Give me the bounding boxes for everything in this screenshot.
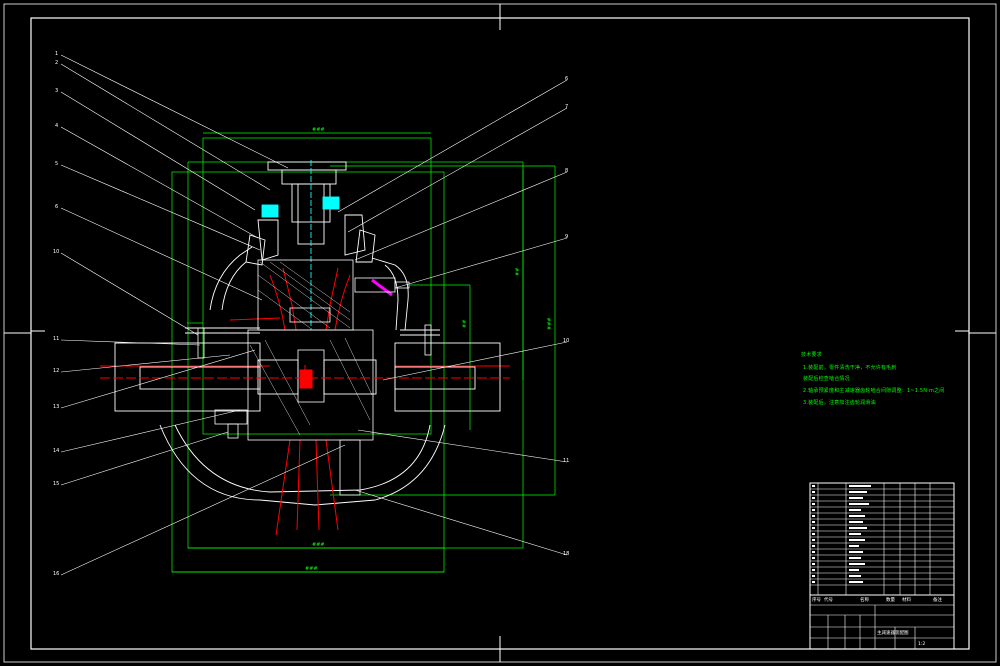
balloon-left-5: 5 bbox=[55, 161, 58, 167]
balloon-left-15: 15 bbox=[53, 481, 59, 487]
sheet-frame bbox=[3, 3, 997, 663]
balloon-left-14: 14 bbox=[53, 448, 59, 454]
balloon-left-6: 6 bbox=[55, 204, 58, 210]
dim-right-3: ## bbox=[462, 320, 468, 328]
differential-body bbox=[247, 259, 374, 441]
title-block bbox=[809, 482, 955, 650]
balloon-numbers-right: 6 7 8 9 10 11 18 bbox=[563, 76, 569, 557]
balloon-right-8: 8 bbox=[565, 168, 568, 174]
title-block-headers: 序号 代号 名称 数量 材料 备注 主减速器装配图 1:2 bbox=[812, 596, 942, 647]
header-no: 序号 bbox=[812, 596, 821, 603]
balloon-numbers-left: 1 2 3 4 5 6 10 11 12 13 14 15 16 bbox=[53, 51, 59, 577]
balloon-left-16: 16 bbox=[53, 571, 59, 577]
dimension-lines bbox=[171, 132, 556, 573]
header-name: 名称 bbox=[860, 596, 869, 603]
balloon-right-6: 6 bbox=[565, 76, 568, 82]
balloon-right-11: 11 bbox=[563, 458, 569, 464]
bolts bbox=[197, 277, 432, 496]
balloon-left-11: 11 bbox=[53, 336, 59, 342]
header-code: 代号 bbox=[824, 596, 833, 603]
dim-right-2: ### bbox=[547, 317, 553, 330]
balloon-left-1: 1 bbox=[55, 51, 58, 57]
balloon-left-12: 12 bbox=[53, 368, 59, 374]
technical-requirement-1: 1.装配前，零件清洗干净，不允许有毛刺 bbox=[803, 365, 897, 371]
dim-top: ### bbox=[312, 127, 325, 133]
balloon-right-18: 18 bbox=[563, 551, 569, 557]
dim-right-1: ## bbox=[515, 268, 521, 276]
header-material: 材料 bbox=[902, 596, 911, 603]
dim-bottom-1: ### bbox=[312, 542, 325, 548]
technical-requirement-4: 3.装配后，注意加注齿轮润滑油 bbox=[803, 400, 876, 406]
balloon-right-7: 7 bbox=[565, 104, 568, 110]
header-remark: 备注 bbox=[933, 596, 942, 603]
drawing-title: 主减速器装配图 bbox=[877, 629, 909, 636]
dimension-values: ### ### ### ## ### ## bbox=[305, 127, 553, 572]
technical-requirement-3: 2.轴承预紧度和主减速器齿轮啮合间隙调整：1~1.5N·m之间 bbox=[803, 388, 945, 394]
balloon-left-10: 10 bbox=[53, 249, 59, 255]
technical-requirement-2: 装配后检查啮合情况 bbox=[803, 376, 850, 382]
balloon-left-4: 4 bbox=[55, 123, 58, 129]
technical-requirements-heading: 技术要求 bbox=[801, 352, 822, 358]
dim-bottom-2: ### bbox=[305, 566, 318, 572]
balloon-left-13: 13 bbox=[53, 404, 59, 410]
parts-list-marks bbox=[812, 485, 871, 583]
balloon-left-2: 2 bbox=[55, 60, 58, 66]
drawing-scale: 1:2 bbox=[918, 641, 925, 647]
balloon-right-10: 10 bbox=[563, 338, 569, 344]
pinion-flange bbox=[245, 160, 376, 330]
cad-drawing-canvas: ### ### ### ## ### ## 1 2 3 4 5 6 10 11 … bbox=[3, 3, 997, 663]
header-qty: 数量 bbox=[886, 596, 895, 603]
balloon-left-3: 3 bbox=[55, 88, 58, 94]
balloon-right-9: 9 bbox=[565, 234, 568, 240]
